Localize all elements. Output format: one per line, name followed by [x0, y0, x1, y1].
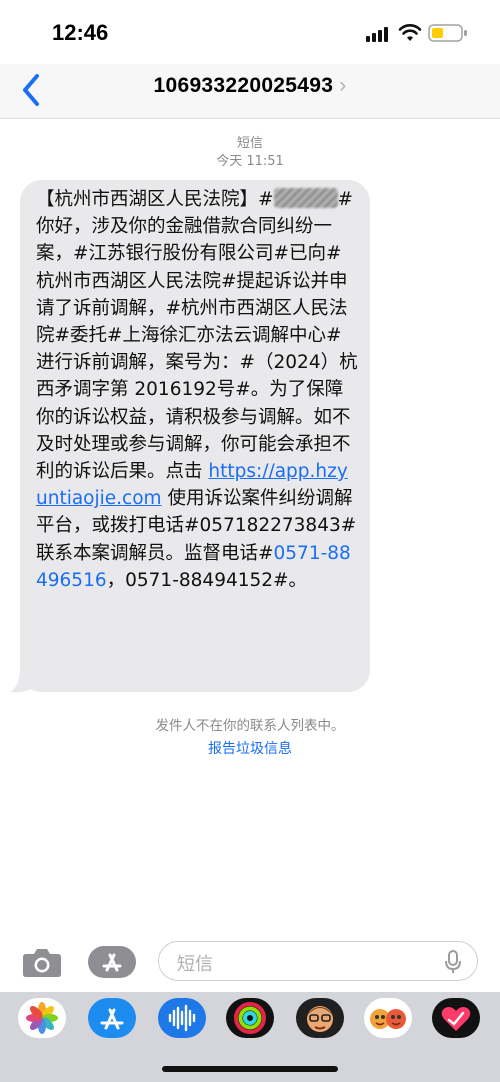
app-store-button[interactable]: [88, 946, 136, 978]
compose-bar: 短信: [0, 930, 500, 990]
message-input[interactable]: 短信: [158, 941, 478, 981]
audio-message-app[interactable]: [158, 998, 206, 1038]
photos-app[interactable]: [18, 998, 66, 1038]
redaction-blur: [273, 188, 338, 208]
report-junk-link[interactable]: 报告垃圾信息: [0, 738, 500, 758]
contact-name-button[interactable]: 106933220025493 ›: [0, 74, 500, 98]
battery-icon: [428, 24, 467, 42]
app-store-app-icon: [100, 1008, 124, 1030]
home-indicator: [162, 1066, 338, 1072]
unknown-sender-notice: 发件人不在你的联系人列表中。: [155, 718, 345, 734]
photos-app-icon: [26, 1002, 58, 1034]
wifi-icon: [398, 24, 422, 41]
status-bar: 12:46: [0, 0, 500, 64]
message-part-1: 【杭州市西湖区人民法院】#: [36, 189, 274, 210]
memoji-app-icon: [307, 1006, 333, 1032]
app-store-icon: [102, 953, 122, 972]
fitness-app[interactable]: [226, 998, 274, 1038]
chevron-right-icon: ›: [339, 74, 347, 97]
message-part-4: ，0571-88494152#。: [106, 569, 308, 591]
fitness-app-icon: [234, 1002, 266, 1034]
message-timestamp: 今天 11:51: [216, 154, 284, 169]
status-time: 12:46: [52, 20, 109, 45]
app-store-app[interactable]: [88, 998, 136, 1038]
memoji-stickers-app[interactable]: [364, 998, 412, 1038]
cellular-signal-icon: [366, 27, 388, 42]
heart-app-icon: [441, 1007, 471, 1031]
service-label: 短信: [236, 136, 263, 151]
digital-touch-app[interactable]: [432, 998, 480, 1038]
contact-number: 106933220025493: [153, 74, 334, 97]
camera-icon[interactable]: [22, 946, 62, 978]
mic-icon[interactable]: [445, 950, 461, 974]
message-text: 【杭州市西湖区人民法院】# #你好，涉及你的金融借款合同纠纷一案，#江苏银行股份有…: [36, 186, 358, 594]
audio-app-icon: [168, 1004, 196, 1032]
memoji-app[interactable]: [296, 998, 344, 1038]
memoji-stickers-app-icon: [370, 1009, 406, 1029]
message-input-placeholder: 短信: [177, 954, 213, 975]
conversation-header: 106933220025493 ›: [0, 64, 500, 119]
message-part-2: #你好，涉及你的金融借款合同纠纷一案，#江苏银行股份有限公司#已向#杭州市西湖区…: [36, 189, 358, 483]
